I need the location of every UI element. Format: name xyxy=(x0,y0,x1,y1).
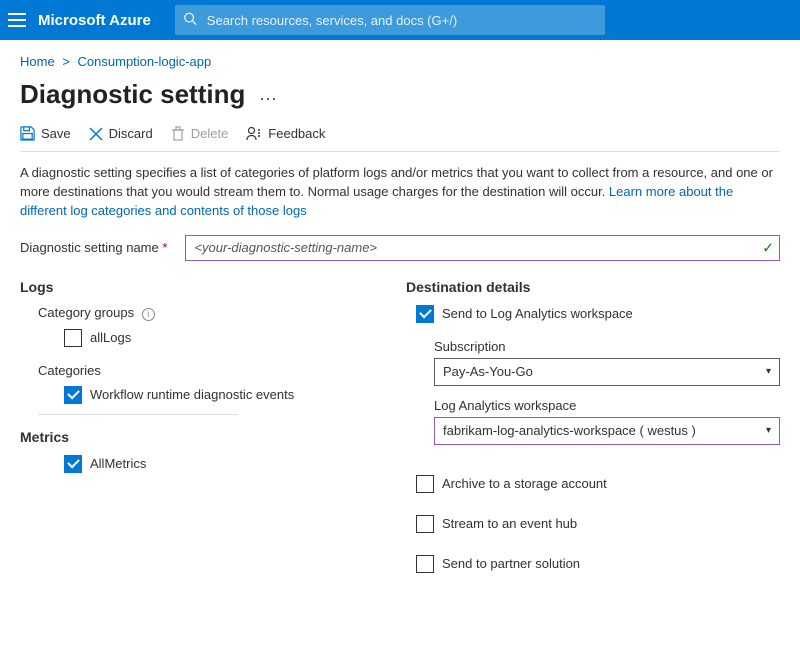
breadcrumb: Home > Consumption-logic-app xyxy=(20,54,780,69)
subscription-label: Subscription xyxy=(434,339,780,354)
divider xyxy=(38,414,238,415)
search-input[interactable] xyxy=(175,5,605,35)
setting-name-row: Diagnostic setting name * ✓ xyxy=(20,235,780,261)
chevron-down-icon: ▾ xyxy=(766,425,771,436)
hamburger-icon[interactable] xyxy=(8,13,26,27)
breadcrumb-home[interactable]: Home xyxy=(20,54,55,69)
search-icon xyxy=(183,12,197,29)
alllogs-checkbox[interactable] xyxy=(64,329,82,347)
archive-checkbox[interactable] xyxy=(416,475,434,493)
destination-heading: Destination details xyxy=(406,279,780,295)
validation-check-icon: ✓ xyxy=(762,239,774,256)
global-search[interactable] xyxy=(175,5,605,35)
save-button[interactable]: Save xyxy=(20,126,71,141)
chevron-right-icon: > xyxy=(62,54,70,69)
breadcrumb-resource[interactable]: Consumption-logic-app xyxy=(78,54,212,69)
discard-label: Discard xyxy=(109,126,153,141)
discard-icon xyxy=(89,127,103,141)
intro-text: A diagnostic setting specifies a list of… xyxy=(20,164,780,221)
send-law-label[interactable]: Send to Log Analytics workspace xyxy=(442,306,633,321)
more-actions-icon[interactable]: ⋯ xyxy=(259,89,277,109)
law-value: fabrikam-log-analytics-workspace ( westu… xyxy=(443,423,696,438)
subscription-value: Pay-As-You-Go xyxy=(443,364,533,379)
chevron-down-icon: ▾ xyxy=(766,366,771,377)
brand-text: Microsoft Azure xyxy=(38,12,151,29)
logs-heading: Logs xyxy=(20,279,380,295)
partner-checkbox[interactable] xyxy=(416,555,434,573)
info-icon[interactable]: i xyxy=(142,308,155,321)
feedback-label: Feedback xyxy=(268,126,325,141)
feedback-icon xyxy=(246,126,262,141)
delete-label: Delete xyxy=(191,126,229,141)
stream-checkbox[interactable] xyxy=(416,515,434,533)
setting-name-label: Diagnostic setting name * xyxy=(20,240,167,255)
stream-label[interactable]: Stream to an event hub xyxy=(442,516,577,531)
send-law-checkbox[interactable] xyxy=(416,305,434,323)
workflow-events-label[interactable]: Workflow runtime diagnostic events xyxy=(90,387,294,402)
allmetrics-checkbox[interactable] xyxy=(64,455,82,473)
delete-button: Delete xyxy=(171,126,229,141)
partner-label[interactable]: Send to partner solution xyxy=(442,556,580,571)
azure-topbar: Microsoft Azure xyxy=(0,0,800,40)
allmetrics-label[interactable]: AllMetrics xyxy=(90,456,146,471)
setting-name-input[interactable] xyxy=(185,235,780,261)
law-select[interactable]: fabrikam-log-analytics-workspace ( westu… xyxy=(434,417,780,445)
law-label: Log Analytics workspace xyxy=(434,398,780,413)
delete-icon xyxy=(171,126,185,141)
discard-button[interactable]: Discard xyxy=(89,126,153,141)
categories-label: Categories xyxy=(38,363,380,378)
command-bar: Save Discard Delete Feedback xyxy=(20,110,780,152)
feedback-button[interactable]: Feedback xyxy=(246,126,325,141)
subscription-select[interactable]: Pay-As-You-Go ▾ xyxy=(434,358,780,386)
page-title: Diagnostic setting xyxy=(20,79,245,110)
save-label: Save xyxy=(41,126,71,141)
alllogs-label[interactable]: allLogs xyxy=(90,330,131,345)
category-groups-label: Category groups i xyxy=(38,305,380,321)
archive-label[interactable]: Archive to a storage account xyxy=(442,476,607,491)
workflow-events-checkbox[interactable] xyxy=(64,386,82,404)
metrics-heading: Metrics xyxy=(20,429,380,445)
save-icon xyxy=(20,126,35,141)
